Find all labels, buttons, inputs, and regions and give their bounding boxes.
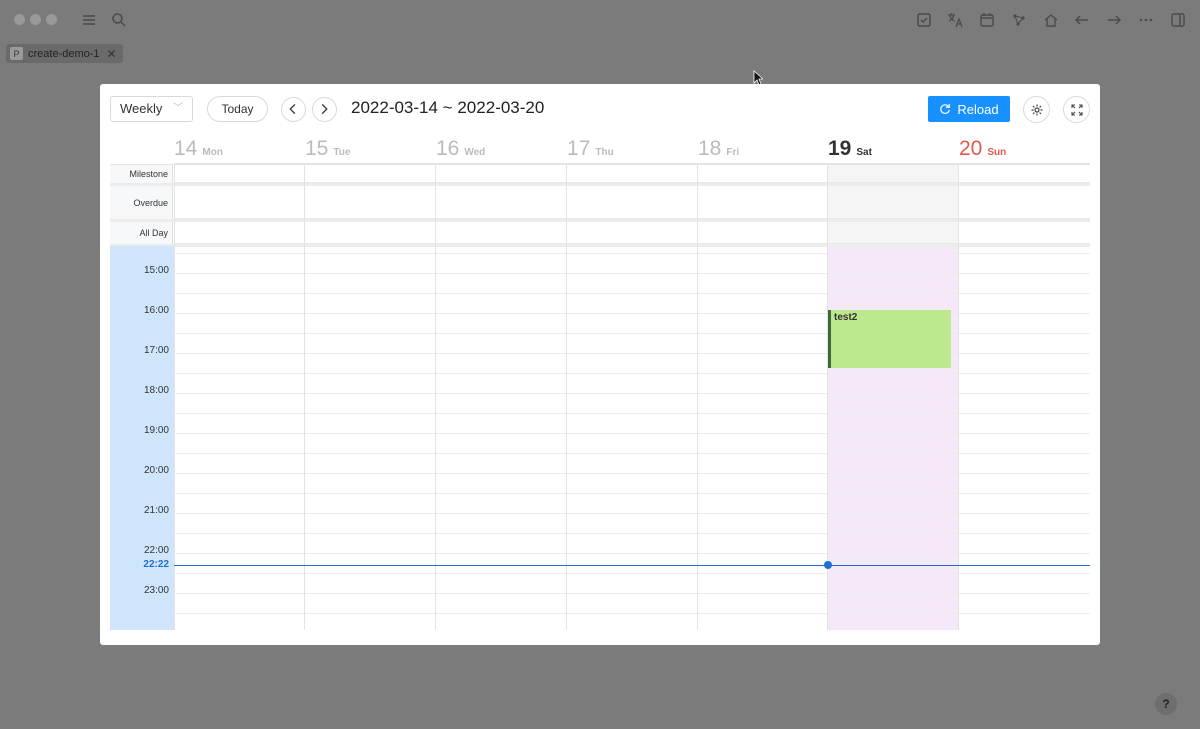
home-icon[interactable] [1042, 11, 1060, 29]
hour-line [174, 593, 1090, 594]
day-column-divider [435, 165, 436, 630]
milestone-label: Milestone [110, 165, 173, 183]
chevron-right-icon [321, 103, 328, 115]
hour-line [174, 413, 1090, 414]
time-gutter [110, 246, 174, 630]
day-header-sat[interactable]: 19 Sat [828, 130, 959, 164]
overdue-label: Overdue [110, 186, 173, 219]
day-column-divider [174, 165, 175, 630]
day-header-sun[interactable]: 20 Sun [959, 130, 1090, 164]
hour-line [174, 473, 1090, 474]
graph-icon[interactable] [1010, 11, 1028, 29]
reload-button[interactable]: Reload [928, 96, 1010, 122]
hour-label: 16:00 [143, 305, 169, 316]
hour-line [174, 613, 1090, 614]
reload-label: Reload [957, 101, 999, 117]
page-tab[interactable]: P create-demo-1 ✕ [6, 44, 123, 63]
chevron-down-icon: ﹀ [173, 103, 183, 114]
day-column-divider [566, 165, 567, 630]
fullscreen-button[interactable] [1063, 96, 1090, 123]
tab-label: create-demo-1 [28, 47, 100, 60]
hour-label: 15:00 [143, 265, 169, 276]
current-time-dot [824, 561, 832, 569]
next-week-button[interactable] [312, 97, 337, 122]
settings-button[interactable] [1023, 96, 1050, 123]
hour-line [174, 353, 1090, 354]
hour-line [174, 273, 1090, 274]
hour-label: 19:00 [143, 425, 169, 436]
day-column-divider [958, 165, 959, 630]
translate-icon[interactable] [946, 11, 964, 29]
day-column-divider [697, 165, 698, 630]
hour-label: 17:00 [143, 345, 169, 356]
help-button[interactable]: ? [1155, 693, 1177, 715]
today-button[interactable]: Today [207, 96, 268, 122]
calendar-modal: Weekly ﹀ Today 2022-03-14 ~ 2022-03-20 R… [100, 84, 1100, 645]
milestone-row[interactable] [174, 165, 1090, 183]
hour-line [174, 493, 1090, 494]
date-range-title: 2022-03-14 ~ 2022-03-20 [351, 98, 545, 117]
hour-line [174, 513, 1090, 514]
expand-icon [1070, 103, 1083, 116]
checkbox-icon[interactable] [915, 11, 933, 29]
hour-label: 21:00 [143, 505, 169, 516]
day-header-mon[interactable]: 14 Mon [174, 130, 305, 164]
search-icon[interactable] [110, 11, 128, 29]
hour-label: 22:00 [143, 545, 169, 556]
forward-arrow-icon[interactable] [1105, 11, 1123, 29]
panel-divider [110, 244, 1090, 247]
hour-line [174, 533, 1090, 534]
hour-line [174, 573, 1090, 574]
day-column-divider [304, 165, 305, 630]
allday-label: All Day [110, 222, 173, 244]
chevron-left-icon [289, 103, 296, 115]
week-grid: 14 Mon 15 Tue 16 Wed 17 Thu 18 Fri 19 Sat 20 Su… [110, 130, 1090, 630]
window-zoom-dot[interactable] [46, 14, 57, 25]
view-mode-select[interactable]: Weekly ﹀ [110, 96, 193, 122]
hour-label: 18:00 [143, 385, 169, 396]
hour-line [174, 253, 1090, 254]
hour-line [174, 373, 1090, 374]
view-mode-value: Weekly [120, 101, 163, 116]
reload-icon [940, 103, 951, 114]
gear-icon [1031, 104, 1042, 115]
window-close-dot[interactable] [14, 14, 25, 25]
hour-line [174, 293, 1090, 294]
sidebar-toggle-icon[interactable] [1169, 11, 1187, 29]
day-header-tue[interactable]: 15 Tue [305, 130, 436, 164]
current-time-line [174, 565, 1090, 566]
close-icon[interactable]: ✕ [107, 47, 117, 61]
calendar-icon[interactable] [978, 11, 996, 29]
calendar-toolbar: Weekly ﹀ Today 2022-03-14 ~ 2022-03-20 R… [110, 96, 1090, 124]
hour-line [174, 453, 1090, 454]
menu-icon[interactable] [80, 11, 98, 29]
hour-label: 23:00 [143, 585, 169, 596]
hour-line [174, 313, 1090, 314]
calendar-event[interactable]: test2 [828, 310, 951, 368]
prev-week-button[interactable] [281, 97, 306, 122]
day-header-thu[interactable]: 17 Thu [567, 130, 698, 164]
hour-label: 20:00 [143, 465, 169, 476]
hour-line [174, 553, 1090, 554]
page-type-badge: P [10, 47, 23, 60]
event-title: test2 [834, 312, 858, 323]
more-icon[interactable] [1137, 11, 1155, 29]
overdue-row[interactable] [174, 186, 1090, 219]
back-arrow-icon[interactable] [1073, 11, 1091, 29]
app-toolbar [0, 0, 1200, 40]
hour-line [174, 433, 1090, 434]
current-time-label: 22:22 [143, 559, 169, 570]
hour-line [174, 393, 1090, 394]
hour-line [174, 333, 1090, 334]
allday-row[interactable] [174, 222, 1090, 244]
day-header-fri[interactable]: 18 Fri [698, 130, 828, 164]
window-minimize-dot[interactable] [30, 14, 41, 25]
day-header-wed[interactable]: 16 Wed [436, 130, 567, 164]
